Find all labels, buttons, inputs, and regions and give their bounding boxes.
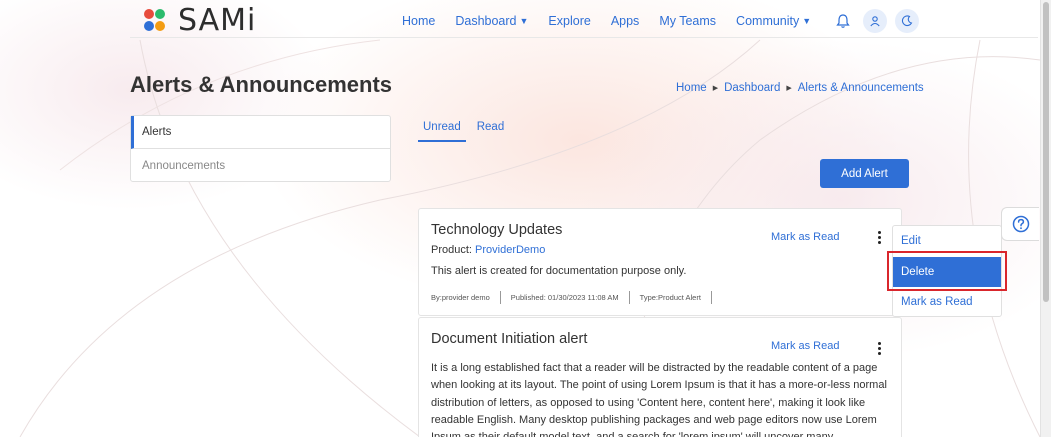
nav-dashboard[interactable]: Dashboard ▼: [455, 14, 528, 28]
user-icon[interactable]: [863, 9, 888, 33]
scrollbar-thumb[interactable]: [1043, 2, 1049, 302]
alert-title: Technology Updates: [431, 222, 563, 238]
alert-card: Technology Updates Mark as Read Product:…: [418, 208, 902, 316]
nav-dashboard-label: Dashboard: [455, 14, 517, 28]
side-item-label: Announcements: [142, 159, 226, 172]
alert-product: Product: ProviderDemo: [431, 244, 545, 256]
question-circle-icon[interactable]: [1001, 207, 1039, 241]
alert-title: Document Initiation alert: [431, 331, 588, 347]
meta-divider: [628, 291, 630, 304]
nav-my-teams-label: My Teams: [659, 14, 717, 28]
page-scrollbar[interactable]: [1040, 0, 1051, 437]
menu-item-mark-as-read[interactable]: Mark as Read: [893, 287, 1001, 317]
nav-apps[interactable]: Apps: [611, 14, 640, 28]
tab-read[interactable]: Read: [472, 121, 510, 142]
side-item-label: Alerts: [142, 126, 172, 138]
page-title: Alerts & Announcements: [130, 72, 393, 97]
brand-name: SAMi: [178, 3, 257, 38]
more-options-icon[interactable]: [873, 230, 885, 244]
mark-as-read-link[interactable]: Mark as Read: [771, 231, 839, 243]
delete-highlight-box: [887, 251, 1007, 291]
alert-published: Published: 01/30/2023 11:08 AM: [510, 293, 619, 302]
alert-meta: By:provider demo Published: 01/30/2023 1…: [431, 291, 722, 304]
side-menu: Alerts Announcements: [130, 115, 391, 182]
main-nav: Home Dashboard ▼ Explore Apps My Teams Co…: [402, 9, 927, 33]
alert-card: Document Initiation alert Mark as Read I…: [418, 317, 902, 437]
side-item-alerts[interactable]: Alerts: [131, 116, 390, 149]
alert-tabs: Unread Read: [418, 121, 515, 142]
bell-icon[interactable]: [831, 9, 855, 33]
mark-as-read-link[interactable]: Mark as Read: [771, 340, 839, 352]
chevron-down-icon: ▼: [519, 16, 529, 26]
nav-my-teams[interactable]: My Teams: [659, 14, 716, 28]
caret-right-icon: ▶: [786, 85, 792, 92]
alert-body: It is a long established fact that a rea…: [431, 362, 887, 437]
breadcrumb-dashboard[interactable]: Dashboard: [724, 82, 780, 94]
meta-divider: [499, 291, 501, 304]
chevron-down-icon: ▼: [802, 16, 812, 26]
moon-icon[interactable]: [895, 9, 920, 33]
breadcrumb-home[interactable]: Home: [676, 82, 707, 94]
product-value[interactable]: ProviderDemo: [475, 244, 545, 256]
alert-author: By:provider demo: [431, 293, 490, 302]
tab-unread[interactable]: Unread: [418, 121, 466, 142]
nav-community-label: Community: [736, 14, 800, 28]
brand-logo[interactable]: SAMi: [144, 3, 256, 38]
meta-divider: [710, 291, 712, 304]
nav-home[interactable]: Home: [402, 14, 435, 28]
top-navbar: SAMi Home Dashboard ▼ Explore Apps My Tea…: [0, 0, 1040, 38]
more-options-icon[interactable]: [873, 341, 885, 355]
nav-apps-label: Apps: [610, 14, 640, 28]
nav-explore[interactable]: Explore: [548, 14, 590, 28]
nav-community[interactable]: Community ▼: [736, 14, 811, 28]
breadcrumb: Home ▶ Dashboard ▶ Alerts & Announcement…: [676, 82, 924, 94]
nav-explore-label: Explore: [548, 14, 591, 28]
alert-type: Type:Product Alert: [639, 293, 701, 302]
breadcrumb-alerts-announcements[interactable]: Alerts & Announcements: [798, 82, 924, 94]
alert-description: This alert is created for documentation …: [431, 265, 687, 277]
add-alert-button[interactable]: Add Alert: [820, 159, 909, 188]
sami-logo-icon: [144, 8, 166, 33]
header-divider: [130, 37, 1038, 38]
nav-home-label: Home: [402, 14, 436, 28]
side-item-announcements[interactable]: Announcements: [131, 149, 390, 182]
product-label: Product:: [431, 244, 472, 256]
caret-right-icon: ▶: [712, 85, 719, 92]
